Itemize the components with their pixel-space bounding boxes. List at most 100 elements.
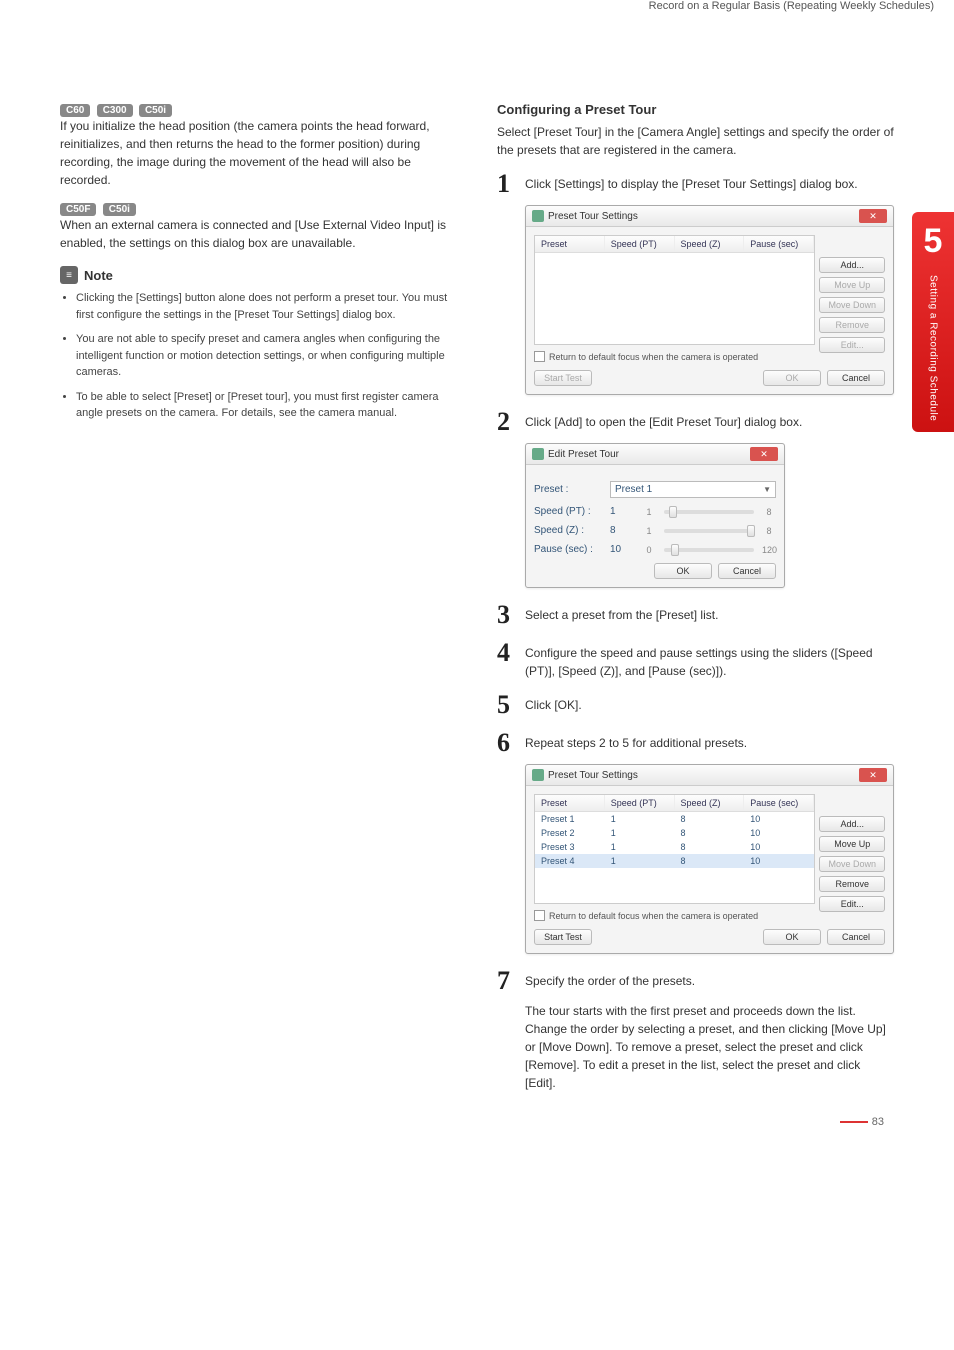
step-6-text: Repeat steps 2 to 5 for additional prese… <box>525 730 894 752</box>
preset-label: Preset : <box>534 484 602 495</box>
note-icon: ≡ <box>60 266 78 284</box>
cancel-button[interactable]: Cancel <box>827 370 885 386</box>
dialog1-list-header: Preset Speed (PT) Speed (Z) Pause (sec) <box>535 236 814 253</box>
badge-c50i-2: C50i <box>103 203 136 216</box>
cell-pause: 10 <box>744 826 814 840</box>
edit-dialog-title: Edit Preset Tour <box>548 449 619 460</box>
preset-dropdown-row: Preset : Preset 1 ▼ <box>534 481 776 498</box>
move-up-button[interactable]: Move Up <box>819 836 885 852</box>
step-3-text: Select a preset from the [Preset] list. <box>525 602 894 624</box>
close-icon[interactable]: ✕ <box>859 209 887 223</box>
remove-button[interactable]: Remove <box>819 317 885 333</box>
cancel-button[interactable]: Cancel <box>718 563 776 579</box>
configuring-intro: Select [Preset Tour] in the [Camera Angl… <box>497 123 894 159</box>
remove-button[interactable]: Remove <box>819 876 885 892</box>
page-number: 83 <box>0 1112 954 1148</box>
dialog1-app-icon <box>532 210 544 222</box>
step-7: 7 Specify the order of the presets. <box>497 968 894 994</box>
page-number-value: 83 <box>872 1116 884 1128</box>
badge-c60: C60 <box>60 104 90 117</box>
dialog1-titlebar: Preset Tour Settings ✕ <box>526 206 893 227</box>
col-speed-z[interactable]: Speed (Z) <box>675 236 745 252</box>
close-icon[interactable]: ✕ <box>750 447 778 461</box>
pause-row: Pause (sec) : 10 0 120 <box>534 544 776 555</box>
return-focus-checkbox[interactable] <box>534 910 545 921</box>
ok-button[interactable]: OK <box>763 929 821 945</box>
pause-value: 10 <box>610 544 634 555</box>
edit-preset-tour-dialog: Edit Preset Tour ✕ Preset : Preset 1 ▼ S… <box>525 443 785 588</box>
col-preset[interactable]: Preset <box>535 236 605 252</box>
add-button[interactable]: Add... <box>819 816 885 832</box>
page-number-bar <box>840 1121 868 1123</box>
ok-button[interactable]: OK <box>763 370 821 386</box>
left-column: C60 C300 C50i If you initialize the head… <box>60 102 465 1092</box>
preset-dropdown[interactable]: Preset 1 ▼ <box>610 481 776 498</box>
dialog1-list[interactable]: Preset Speed (PT) Speed (Z) Pause (sec) <box>534 235 815 345</box>
edit-button[interactable]: Edit... <box>819 896 885 912</box>
step-4: 4 Configure the speed and pause settings… <box>497 640 894 680</box>
col-speed-z[interactable]: Speed (Z) <box>675 795 745 811</box>
cancel-button[interactable]: Cancel <box>827 929 885 945</box>
cell-speed-z: 8 <box>675 840 745 854</box>
note-item-1: Clicking the [Settings] button alone doe… <box>76 290 457 323</box>
note-heading: ≡ Note <box>60 266 457 284</box>
table-row[interactable]: Preset 2 1 8 10 <box>535 826 814 840</box>
dialog2-side-buttons: Add... Move Up Move Down Remove Edit... <box>819 816 885 912</box>
speed-pt-slider[interactable] <box>664 510 754 514</box>
move-down-button[interactable]: Move Down <box>819 856 885 872</box>
configuring-heading: Configuring a Preset Tour <box>497 102 894 117</box>
start-test-button[interactable]: Start Test <box>534 929 592 945</box>
return-focus-label: Return to default focus when the camera … <box>549 911 758 921</box>
cell-speed-z: 8 <box>675 812 745 826</box>
cell-speed-pt: 1 <box>605 826 675 840</box>
chapter-tab: 5 Setting a Recording Schedule <box>912 212 954 432</box>
move-down-button[interactable]: Move Down <box>819 297 885 313</box>
cell-preset: Preset 4 <box>535 854 605 868</box>
speed-pt-label: Speed (PT) : <box>534 506 602 517</box>
speed-z-min: 1 <box>642 526 656 536</box>
step-num-6: 6 <box>497 730 517 756</box>
step-num-5: 5 <box>497 692 517 718</box>
cell-pause: 10 <box>744 812 814 826</box>
speed-z-label: Speed (Z) : <box>534 525 602 536</box>
preset-tour-settings-dialog-filled: Preset Tour Settings ✕ Preset Speed (PT)… <box>525 764 894 954</box>
col-speed-pt[interactable]: Speed (PT) <box>605 795 675 811</box>
edit-dialog-titlebar: Edit Preset Tour ✕ <box>526 444 784 465</box>
dialog2-titlebar: Preset Tour Settings ✕ <box>526 765 893 786</box>
step-3: 3 Select a preset from the [Preset] list… <box>497 602 894 628</box>
move-up-button[interactable]: Move Up <box>819 277 885 293</box>
col-pause[interactable]: Pause (sec) <box>744 236 814 252</box>
add-button[interactable]: Add... <box>819 257 885 273</box>
col-preset[interactable]: Preset <box>535 795 605 811</box>
speed-z-slider[interactable] <box>664 529 754 533</box>
dialog1-side-buttons: Add... Move Up Move Down Remove Edit... <box>819 257 885 353</box>
table-row[interactable]: Preset 3 1 8 10 <box>535 840 814 854</box>
step-5-text: Click [OK]. <box>525 692 894 714</box>
table-row[interactable]: Preset 1 1 8 10 <box>535 812 814 826</box>
speed-z-value: 8 <box>610 525 634 536</box>
dialog1-title: Preset Tour Settings <box>548 211 638 222</box>
pause-min: 0 <box>642 545 656 555</box>
close-icon[interactable]: ✕ <box>859 768 887 782</box>
chapter-number: 5 <box>924 222 943 261</box>
cell-preset: Preset 3 <box>535 840 605 854</box>
step-num-7: 7 <box>497 968 517 994</box>
pause-slider[interactable] <box>664 548 754 552</box>
dialog2-list[interactable]: Preset Speed (PT) Speed (Z) Pause (sec) … <box>534 794 815 904</box>
start-test-button[interactable]: Start Test <box>534 370 592 386</box>
col-speed-pt[interactable]: Speed (PT) <box>605 236 675 252</box>
right-column: Configuring a Preset Tour Select [Preset… <box>489 102 894 1092</box>
note-item-2: You are not able to specify preset and c… <box>76 331 457 381</box>
col-pause[interactable]: Pause (sec) <box>744 795 814 811</box>
badge-row-2: C50F C50i <box>60 201 457 216</box>
edit-button[interactable]: Edit... <box>819 337 885 353</box>
return-focus-checkbox[interactable] <box>534 351 545 362</box>
dialog2-list-header: Preset Speed (PT) Speed (Z) Pause (sec) <box>535 795 814 812</box>
ok-button[interactable]: OK <box>654 563 712 579</box>
chevron-down-icon: ▼ <box>763 485 771 494</box>
edit-dialog-app-icon <box>532 448 544 460</box>
table-row[interactable]: Preset 4 1 8 10 <box>535 854 814 868</box>
pause-label: Pause (sec) : <box>534 544 602 555</box>
step-1-text: Click [Settings] to display the [Preset … <box>525 171 894 193</box>
cell-pause: 10 <box>744 854 814 868</box>
